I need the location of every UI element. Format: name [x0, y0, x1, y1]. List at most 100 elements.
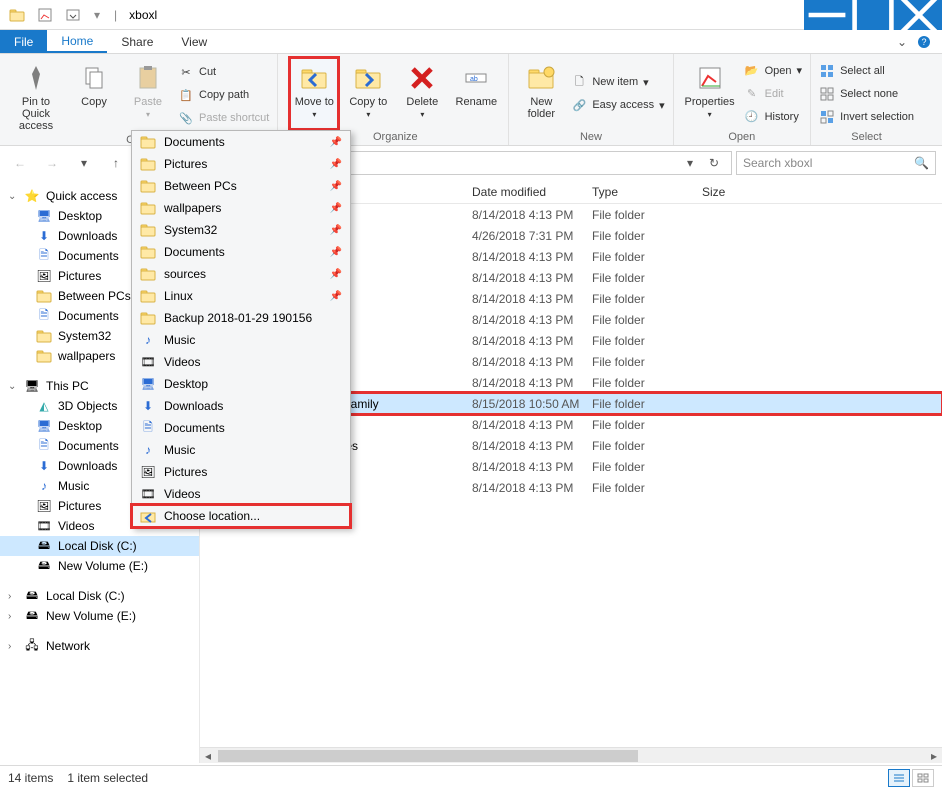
properties-icon — [694, 62, 726, 94]
tree-network[interactable]: ›🖧Network — [0, 636, 199, 656]
dropdown-item[interactable]: 🖼Pictures — [132, 461, 350, 483]
status-item-count: 14 items — [8, 771, 53, 785]
folder-icon: 🗎 — [36, 438, 52, 454]
close-button[interactable] — [896, 0, 942, 30]
tab-share[interactable]: Share — [107, 30, 167, 53]
choose-location-item[interactable]: Choose location... — [132, 505, 350, 527]
maximize-button[interactable] — [850, 0, 896, 30]
folder-icon — [36, 328, 52, 344]
new-item-button[interactable]: 🗋New item ▾ — [571, 72, 664, 92]
dropdown-item[interactable]: 🎞Videos — [132, 351, 350, 373]
dropdown-item[interactable]: System32📌 — [132, 219, 350, 241]
open-button[interactable]: 📂Open ▾ — [744, 61, 802, 81]
scroll-right-icon[interactable]: ▸ — [926, 748, 942, 764]
paste-button[interactable]: Paste ▾ — [124, 58, 172, 132]
tree-item[interactable]: ›🖴Local Disk (C:) — [0, 586, 199, 606]
folder-icon — [140, 200, 156, 216]
minimize-button[interactable] — [804, 0, 850, 30]
folder-icon — [36, 348, 52, 364]
qat-dropdown-icon[interactable] — [62, 4, 84, 26]
dropdown-item[interactable]: ♪Music — [132, 329, 350, 351]
cut-button[interactable]: ✂Cut — [178, 62, 269, 82]
search-input[interactable]: Search xboxl 🔍 — [736, 151, 936, 175]
rename-button[interactable]: ab Rename — [452, 58, 500, 129]
recent-locations-button[interactable]: ▾ — [70, 150, 98, 176]
dropdown-item[interactable]: Pictures📌 — [132, 153, 350, 175]
qat-folder-icon[interactable] — [6, 4, 28, 26]
address-dropdown-icon[interactable]: ▾ — [681, 156, 699, 170]
horizontal-scrollbar[interactable]: ◂ ▸ — [200, 747, 942, 763]
view-details-button[interactable] — [888, 769, 910, 787]
dropdown-item[interactable]: 🖥Desktop — [132, 373, 350, 395]
column-size[interactable]: Size — [702, 185, 762, 199]
status-selected-count: 1 item selected — [67, 771, 148, 785]
dropdown-item[interactable]: sources📌 — [132, 263, 350, 285]
tree-item[interactable]: 🖴New Volume (E:) — [0, 556, 199, 576]
folder-icon — [140, 244, 156, 260]
up-button[interactable]: ↑ — [102, 150, 130, 176]
group-label-new: New — [517, 129, 664, 143]
copy-button[interactable]: Copy — [70, 58, 118, 132]
select-all-button[interactable]: Select all — [819, 61, 914, 81]
pin-quick-access-button[interactable]: Pin to Quick access — [8, 58, 64, 132]
pc-icon: 🖥 — [24, 378, 40, 394]
video-icon: 🎞 — [140, 486, 156, 502]
copy-path-button[interactable]: 📋Copy path — [178, 85, 269, 105]
dropdown-item[interactable]: ⬇Downloads — [132, 395, 350, 417]
dropdown-item[interactable]: Between PCs📌 — [132, 175, 350, 197]
folder-icon — [36, 288, 52, 304]
scroll-thumb[interactable] — [218, 750, 638, 762]
move-to-button[interactable]: Move to▾ — [290, 58, 338, 129]
invert-selection-button[interactable]: Invert selection — [819, 107, 914, 127]
history-icon: 🕘 — [744, 109, 760, 125]
scroll-left-icon[interactable]: ◂ — [200, 748, 216, 764]
tree-item[interactable]: 🖴Local Disk (C:) — [0, 536, 199, 556]
new-folder-button[interactable]: New folder — [517, 58, 565, 129]
dropdown-item[interactable]: ♪Music — [132, 439, 350, 461]
ribbon-group-new: New folder 🗋New item ▾ 🔗Easy access ▾ Ne… — [509, 54, 673, 145]
new-item-icon: 🗋 — [571, 74, 587, 90]
column-type[interactable]: Type — [592, 185, 702, 199]
copy-to-icon — [352, 62, 384, 94]
edit-button[interactable]: ✎Edit — [744, 84, 802, 104]
forward-button[interactable]: → — [38, 150, 66, 176]
select-none-icon — [819, 86, 835, 102]
rename-icon: ab — [460, 62, 492, 94]
tree-item[interactable]: ›🖴New Volume (E:) — [0, 606, 199, 626]
folder-icon: 🗎 — [36, 308, 52, 324]
copy-path-icon: 📋 — [178, 87, 194, 103]
dropdown-item[interactable]: Linux📌 — [132, 285, 350, 307]
tab-view[interactable]: View — [167, 30, 221, 53]
music-icon: ♪ — [140, 442, 156, 458]
properties-button[interactable]: Properties▾ — [682, 58, 738, 129]
qat-properties-icon[interactable] — [34, 4, 56, 26]
select-none-button[interactable]: Select none — [819, 84, 914, 104]
back-button[interactable]: ← — [6, 150, 34, 176]
folder-icon — [140, 134, 156, 150]
dropdown-item[interactable]: Documents📌 — [132, 241, 350, 263]
dropdown-item[interactable]: Backup 2018-01-29 190156 — [132, 307, 350, 329]
paste-icon — [132, 62, 164, 94]
dropdown-item[interactable]: 🗎Documents — [132, 417, 350, 439]
copy-to-button[interactable]: Copy to▾ — [344, 58, 392, 129]
column-date[interactable]: Date modified — [472, 185, 592, 199]
tab-home[interactable]: Home — [47, 30, 107, 53]
folder-icon: ⬇ — [36, 458, 52, 474]
dropdown-item[interactable]: 🎞Videos — [132, 483, 350, 505]
refresh-icon[interactable]: ↻ — [701, 151, 727, 175]
history-button[interactable]: 🕘History — [744, 107, 802, 127]
folder-icon: ⬇ — [36, 228, 52, 244]
view-icons-button[interactable] — [912, 769, 934, 787]
delete-button[interactable]: Delete▾ — [398, 58, 446, 129]
paste-shortcut-button[interactable]: 📎Paste shortcut — [178, 108, 269, 128]
easy-access-button[interactable]: 🔗Easy access ▾ — [571, 95, 664, 115]
folder-icon — [140, 288, 156, 304]
tab-file[interactable]: File — [0, 30, 47, 53]
edit-icon: ✎ — [744, 86, 760, 102]
dropdown-item[interactable]: wallpapers📌 — [132, 197, 350, 219]
folder-icon: 🖼 — [36, 268, 52, 284]
folder-icon — [140, 266, 156, 282]
dropdown-item[interactable]: Documents📌 — [132, 131, 350, 153]
copy-icon — [78, 62, 110, 94]
svg-text:?: ? — [921, 37, 926, 47]
